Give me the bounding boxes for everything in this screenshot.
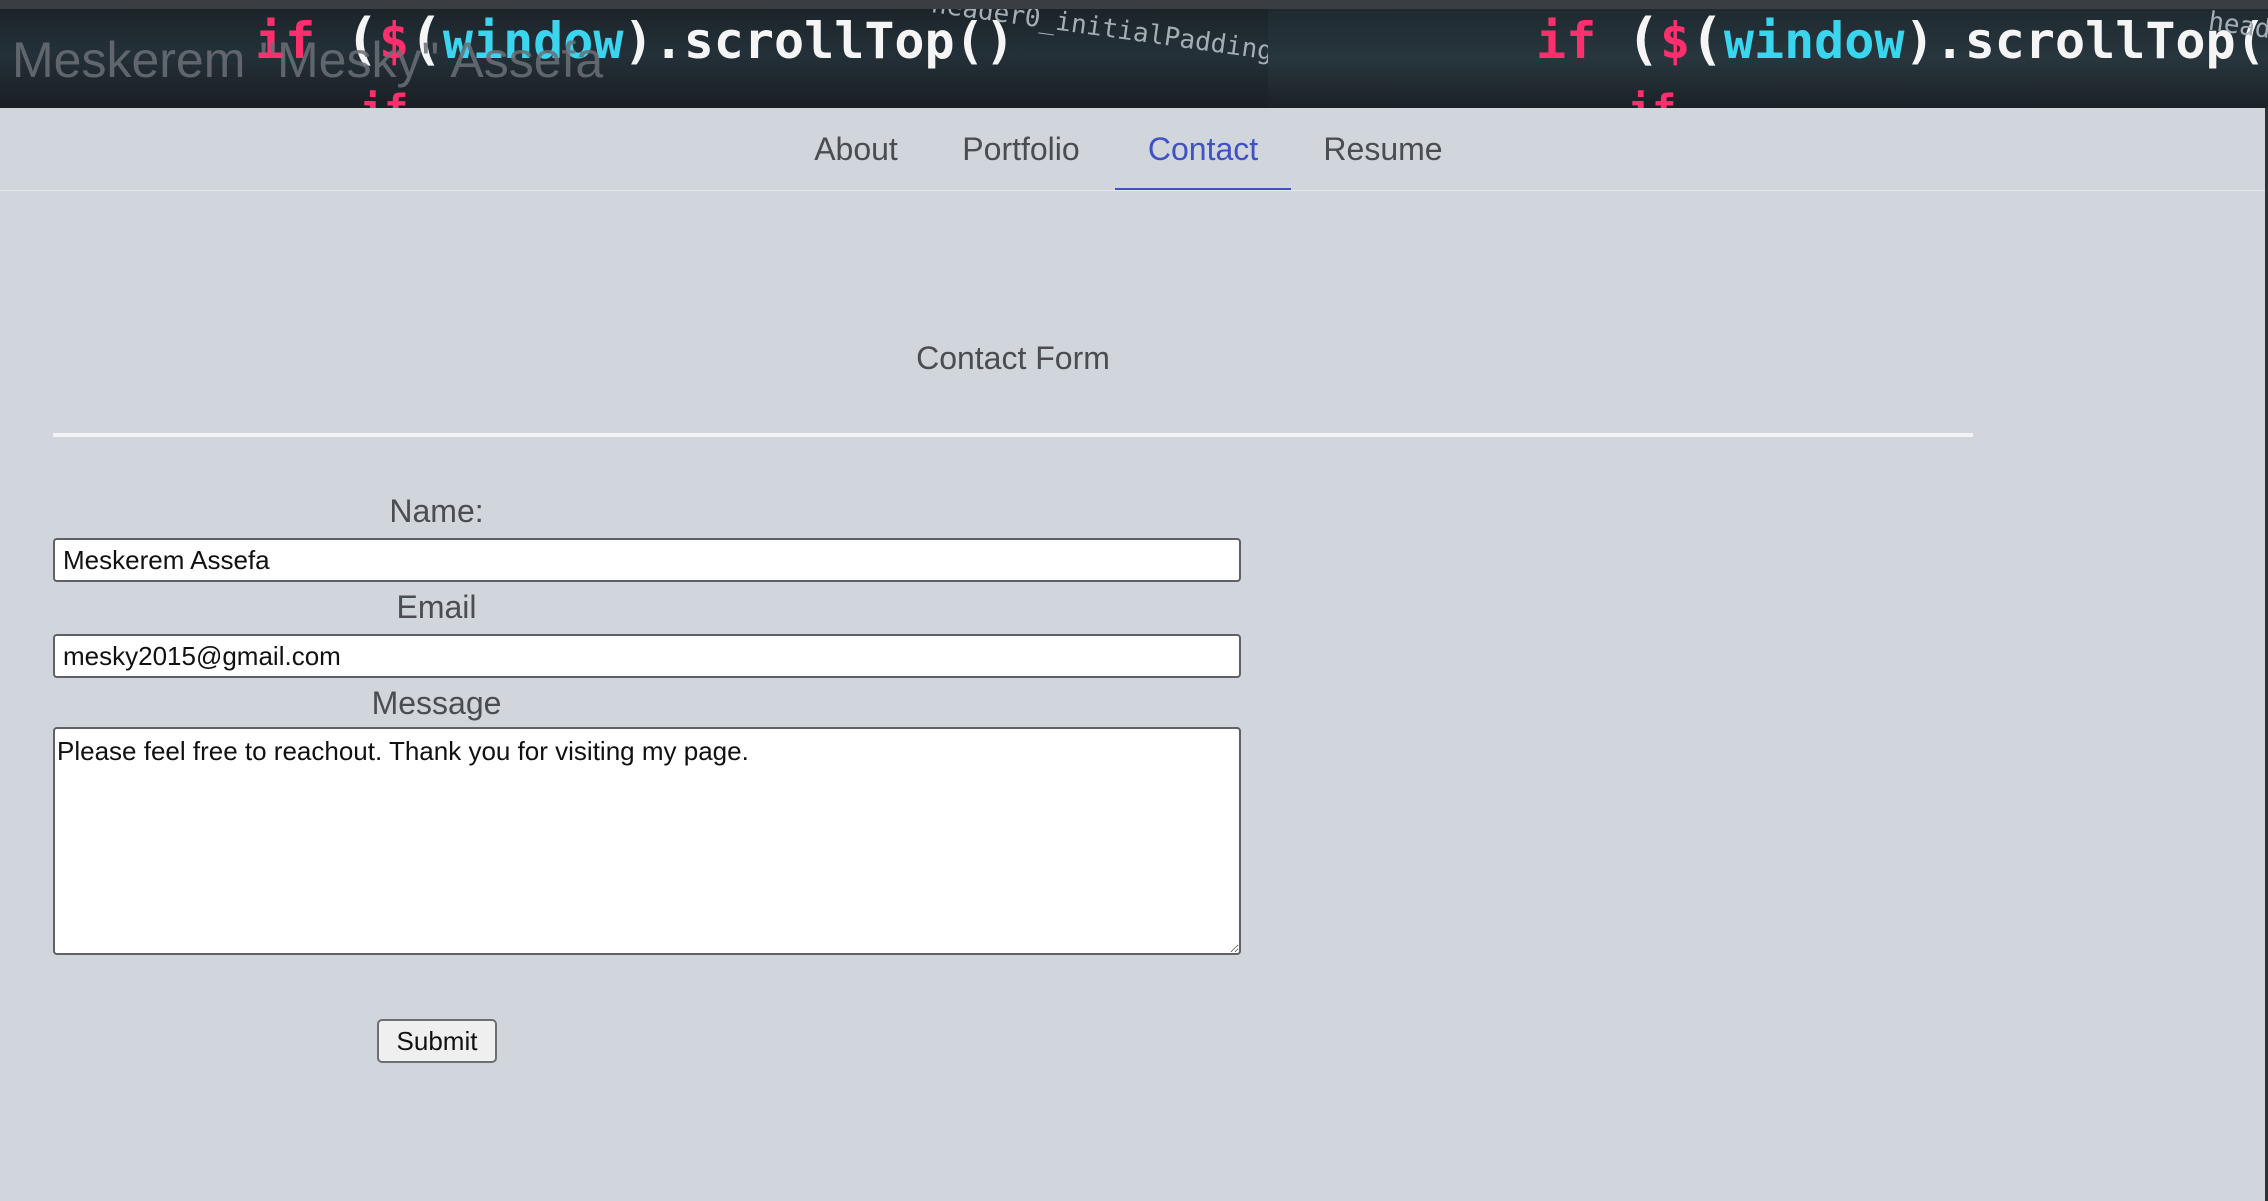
section-divider <box>53 433 1973 437</box>
name-input[interactable] <box>53 538 1241 582</box>
window-top-bar <box>0 0 2268 9</box>
header-banner: if ($(window).scrollTop() header0_initia… <box>0 9 2268 108</box>
message-label: Message <box>371 685 502 721</box>
nav-item-portfolio[interactable]: Portfolio <box>958 108 1084 188</box>
nav-item-about[interactable]: About <box>806 108 906 188</box>
name-label: Name: <box>389 493 484 529</box>
email-label: Email <box>396 589 477 625</box>
contact-form-title: Contact Form <box>916 340 1110 376</box>
nav-item-resume[interactable]: Resume <box>1318 108 1448 188</box>
message-textarea[interactable]: Please feel free to reachout. Thank you … <box>53 727 1241 955</box>
code-line: if ($(window).scrollTop() <box>1536 9 2268 72</box>
nav-item-contact[interactable]: Contact <box>1115 108 1291 190</box>
main-nav: About Portfolio Contact Resume <box>0 108 2268 191</box>
submit-button[interactable]: Submit <box>377 1019 497 1063</box>
header-code-image-right: if ($(window).scrollTop() header if <box>1268 9 2268 108</box>
site-title: Meskerem "Mesky" Assefa <box>12 32 604 88</box>
email-input[interactable] <box>53 634 1241 678</box>
